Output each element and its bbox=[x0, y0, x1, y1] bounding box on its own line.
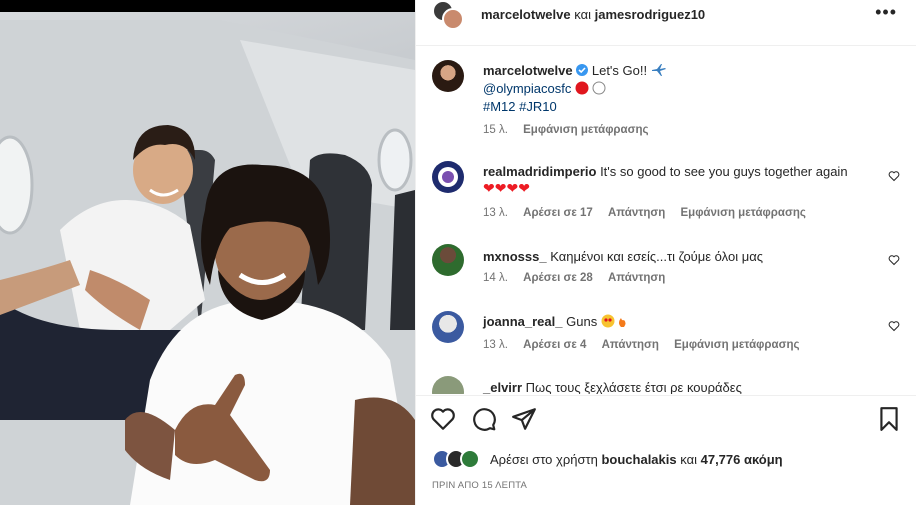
likes-prefix: Αρέσει στο χρήστη bbox=[490, 452, 598, 467]
caption-mention-line: @olympiacosfc bbox=[483, 81, 609, 96]
comment-clipped: _elvirr Πως τους ξεχλάσετε έτσι ρε κουρά… bbox=[416, 370, 916, 394]
caption-meta: 15 λ. Εμφάνιση μετάφρασης bbox=[483, 124, 660, 136]
post-timestamp[interactable]: ΠΡΙΝ ΑΠΟ 15 ΛΕΠΤΑ bbox=[432, 480, 527, 491]
share-icon[interactable] bbox=[511, 406, 537, 432]
comment-username[interactable]: mxnosss_ bbox=[483, 249, 547, 264]
more-options-button[interactable]: ••• bbox=[875, 2, 897, 23]
author-link[interactable]: jamesrodriguez10 bbox=[595, 7, 706, 22]
comment-time[interactable]: 14 λ. bbox=[483, 272, 508, 284]
mention-link[interactable]: @olympiacosfc bbox=[483, 81, 571, 96]
author-link[interactable]: marcelotwelve bbox=[481, 7, 571, 22]
comment-text: Καημένοι και εσείς...τι ζούμε όλοι μας bbox=[550, 249, 763, 264]
avatar[interactable] bbox=[432, 244, 464, 276]
action-bar bbox=[416, 395, 916, 445]
hearts-emoji: ❤❤❤❤ bbox=[483, 180, 530, 196]
star-eyes-fire-emoji-icon bbox=[601, 314, 626, 328]
avatar[interactable] bbox=[432, 376, 464, 394]
author-conjunction: και bbox=[574, 7, 591, 22]
comment-line: joanna_real_ Guns bbox=[483, 314, 631, 329]
comment-meta: 13 λ. Αρέσει σε 4 Απάντηση Εμφάνιση μετά… bbox=[483, 339, 811, 351]
like-icon[interactable] bbox=[430, 406, 456, 432]
like-comment-icon[interactable] bbox=[888, 254, 900, 266]
post-authors: marcelotwelve και jamesrodriguez10 bbox=[481, 7, 705, 22]
caption-line: marcelotwelve Let's Go!! bbox=[483, 63, 667, 78]
avatar[interactable] bbox=[432, 60, 464, 92]
post-details-panel: marcelotwelve και jamesrodriguez10 ••• m… bbox=[415, 0, 916, 505]
comment-username[interactable]: realmadridimperio bbox=[483, 164, 596, 179]
hashtags[interactable]: #M12 #JR10 bbox=[483, 99, 557, 114]
real-madrid-crest-icon bbox=[438, 167, 458, 187]
comment-text: Πως τους ξεχλάσετε έτσι ρε κουράδες bbox=[525, 380, 742, 394]
avatar[interactable] bbox=[442, 8, 464, 30]
comment-username[interactable]: _elvirr bbox=[483, 380, 522, 394]
comment-username[interactable]: joanna_real_ bbox=[483, 314, 563, 329]
reply-button[interactable]: Απάντηση bbox=[602, 339, 659, 351]
caption-username[interactable]: marcelotwelve bbox=[483, 63, 573, 78]
reply-button[interactable]: Απάντηση bbox=[608, 272, 665, 284]
reply-button[interactable]: Απάντηση bbox=[608, 207, 665, 219]
translate-link[interactable]: Εμφάνιση μετάφρασης bbox=[681, 207, 806, 219]
like-comment-icon[interactable] bbox=[888, 170, 900, 182]
post-header: marcelotwelve και jamesrodriguez10 ••• bbox=[416, 0, 916, 46]
likes-count[interactable]: 47,776 ακόμη bbox=[701, 452, 783, 467]
like-comment-icon[interactable] bbox=[888, 320, 900, 332]
comment-meta: 14 λ. Αρέσει σε 28 Απάντηση bbox=[483, 272, 677, 284]
selfie-illustration bbox=[0, 20, 415, 505]
comment-time[interactable]: 13 λ. bbox=[483, 339, 508, 351]
comment-icon[interactable] bbox=[471, 406, 497, 432]
avatar[interactable] bbox=[432, 311, 464, 343]
comment-text: Guns bbox=[566, 314, 598, 329]
airplane-icon bbox=[651, 64, 666, 76]
caption-time[interactable]: 15 λ. bbox=[483, 124, 508, 136]
verified-icon bbox=[576, 64, 589, 76]
avatar[interactable] bbox=[432, 161, 464, 193]
likes-text: Αρέσει στο χρήστη bouchalakis και 47,776… bbox=[490, 452, 783, 467]
comment-text: It's so good to see you guys together ag… bbox=[600, 164, 848, 179]
comment-likes[interactable]: Αρέσει σε 28 bbox=[523, 272, 593, 284]
comment-line: realmadridimperio It's so good to see yo… bbox=[483, 164, 848, 179]
comment-likes[interactable]: Αρέσει σε 17 bbox=[523, 207, 593, 219]
save-icon[interactable] bbox=[876, 406, 902, 432]
comment-meta: 13 λ. Αρέσει σε 17 Απάντηση Εμφάνιση μετ… bbox=[483, 207, 818, 219]
collab-avatars[interactable] bbox=[432, 0, 464, 32]
liker-username[interactable]: bouchalakis bbox=[601, 452, 676, 467]
red-white-circles-icon bbox=[575, 81, 606, 95]
comment-line: _elvirr Πως τους ξεχλάσετε έτσι ρε κουρά… bbox=[483, 380, 742, 394]
caption-text: Let's Go!! bbox=[591, 63, 648, 78]
comment-time[interactable]: 13 λ. bbox=[483, 207, 508, 219]
comment-line: mxnosss_ Καημένοι και εσείς...τι ζούμε ό… bbox=[483, 249, 763, 264]
likes-conjunction: και bbox=[680, 452, 697, 467]
post-photo bbox=[0, 0, 415, 505]
avatar[interactable] bbox=[460, 449, 480, 469]
comment-likes[interactable]: Αρέσει σε 4 bbox=[523, 339, 586, 351]
translate-link[interactable]: Εμφάνιση μετάφρασης bbox=[674, 339, 799, 351]
translate-link[interactable]: Εμφάνιση μετάφρασης bbox=[523, 124, 648, 136]
